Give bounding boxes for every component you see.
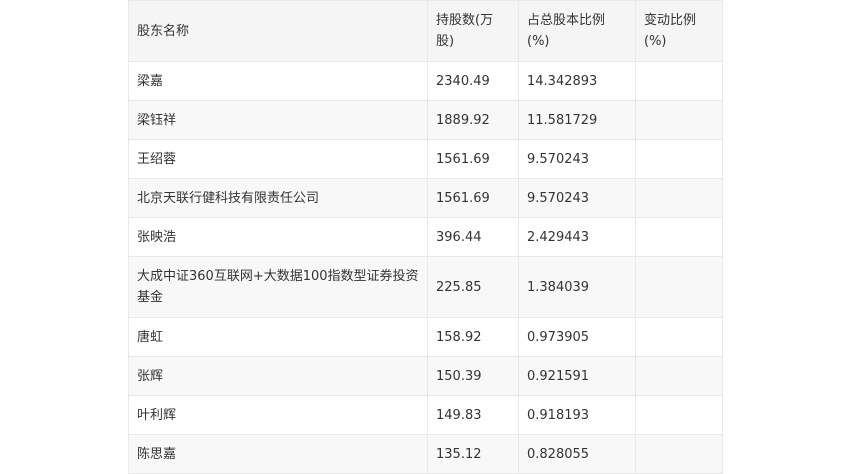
table-row: 张映浩 396.44 2.429443 — [128, 217, 723, 257]
cell-change — [635, 178, 723, 218]
table-row: 张辉 150.39 0.921591 — [128, 356, 723, 396]
cell-change — [635, 217, 723, 257]
shareholders-table: 股东名称 持股数(万股) 占总股本比例(%) 变动比例(%) 梁嘉 2340.4… — [128, 0, 723, 474]
cell-change — [635, 139, 723, 179]
cell-change — [635, 356, 723, 396]
cell-pct: 0.918193 — [518, 395, 636, 435]
cell-shares: 2340.49 — [427, 61, 519, 101]
table-row: 唐虹 158.92 0.973905 — [128, 317, 723, 357]
cell-change — [635, 317, 723, 357]
page: 股东名称 持股数(万股) 占总股本比例(%) 变动比例(%) 梁嘉 2340.4… — [0, 0, 850, 474]
table-row: 北京天联行健科技有限责任公司 1561.69 9.570243 — [128, 178, 723, 218]
cell-pct: 9.570243 — [518, 139, 636, 179]
cell-change — [635, 434, 723, 474]
cell-name: 梁嘉 — [128, 61, 428, 101]
table-row: 梁钰祥 1889.92 11.581729 — [128, 100, 723, 140]
table-row: 陈思嘉 135.12 0.828055 — [128, 434, 723, 474]
cell-shares: 1561.69 — [427, 139, 519, 179]
table-row: 王绍蓉 1561.69 9.570243 — [128, 139, 723, 179]
cell-change — [635, 256, 723, 318]
cell-name: 唐虹 — [128, 317, 428, 357]
table-header-row: 股东名称 持股数(万股) 占总股本比例(%) 变动比例(%) — [128, 0, 723, 62]
cell-pct: 2.429443 — [518, 217, 636, 257]
cell-shares: 135.12 — [427, 434, 519, 474]
cell-shares: 1889.92 — [427, 100, 519, 140]
cell-change — [635, 100, 723, 140]
header-shares: 持股数(万股) — [427, 0, 519, 62]
header-change: 变动比例(%) — [635, 0, 723, 62]
cell-pct: 9.570243 — [518, 178, 636, 218]
cell-change — [635, 61, 723, 101]
cell-shares: 1561.69 — [427, 178, 519, 218]
cell-name: 大成中证360互联网+大数据100指数型证券投资基金 — [128, 256, 428, 318]
cell-shares: 149.83 — [427, 395, 519, 435]
table-row: 大成中证360互联网+大数据100指数型证券投资基金 225.85 1.3840… — [128, 256, 723, 318]
cell-change — [635, 395, 723, 435]
cell-name: 陈思嘉 — [128, 434, 428, 474]
cell-name: 王绍蓉 — [128, 139, 428, 179]
header-name: 股东名称 — [128, 0, 428, 62]
table-row: 叶利辉 149.83 0.918193 — [128, 395, 723, 435]
cell-name: 梁钰祥 — [128, 100, 428, 140]
cell-shares: 396.44 — [427, 217, 519, 257]
cell-shares: 150.39 — [427, 356, 519, 396]
table-row: 梁嘉 2340.49 14.342893 — [128, 61, 723, 101]
cell-shares: 225.85 — [427, 256, 519, 318]
cell-name: 张映浩 — [128, 217, 428, 257]
cell-pct: 0.973905 — [518, 317, 636, 357]
cell-pct: 0.828055 — [518, 434, 636, 474]
cell-shares: 158.92 — [427, 317, 519, 357]
cell-name: 叶利辉 — [128, 395, 428, 435]
cell-pct: 14.342893 — [518, 61, 636, 101]
header-pct: 占总股本比例(%) — [518, 0, 636, 62]
cell-name: 北京天联行健科技有限责任公司 — [128, 178, 428, 218]
cell-pct: 0.921591 — [518, 356, 636, 396]
cell-name: 张辉 — [128, 356, 428, 396]
cell-pct: 1.384039 — [518, 256, 636, 318]
cell-pct: 11.581729 — [518, 100, 636, 140]
